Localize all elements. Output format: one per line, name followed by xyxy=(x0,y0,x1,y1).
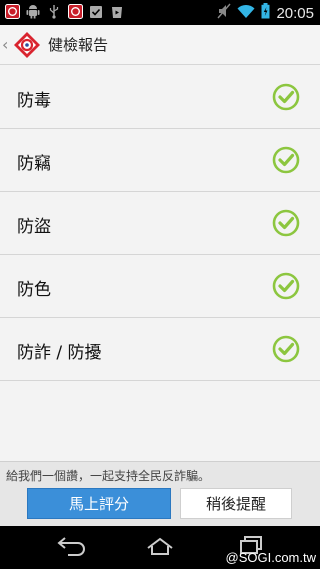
check-icon xyxy=(272,272,300,300)
notification-icons xyxy=(4,3,125,19)
battery-icon xyxy=(261,3,270,23)
navigation-bar: @SOGI.com.tw xyxy=(0,526,320,569)
list-item[interactable]: 防色 xyxy=(0,255,320,318)
list-item[interactable]: 防詐 / 防擾 xyxy=(0,318,320,381)
back-icon[interactable] xyxy=(56,534,88,560)
play-store-icon xyxy=(109,3,125,19)
check-icon xyxy=(272,146,300,174)
report-list: 防毒 防竊 防盜 防色 防詐 / 防擾 xyxy=(0,66,320,381)
check-icon xyxy=(272,209,300,237)
clipboard-check-icon xyxy=(88,3,104,19)
back-chevron-icon[interactable]: ‹ xyxy=(2,35,12,54)
list-item-label: 防詐 / 防擾 xyxy=(17,343,102,363)
list-item-label: 防竊 xyxy=(17,154,51,174)
check-icon xyxy=(272,335,300,363)
action-bar: ‹ 健檢報告 xyxy=(0,25,320,65)
list-item-label: 防毒 xyxy=(17,91,51,111)
app-notification-icon xyxy=(67,3,83,19)
list-item[interactable]: 防毒 xyxy=(0,66,320,129)
list-item[interactable]: 防盜 xyxy=(0,192,320,255)
check-icon xyxy=(272,83,300,111)
usb-icon xyxy=(46,3,62,19)
prompt-text: 給我們一個讚，一起支持全民反詐騙。 xyxy=(6,469,211,483)
wifi-icon xyxy=(237,4,255,23)
watermark: @SOGI.com.tw xyxy=(225,550,317,565)
status-bar: 20:05 xyxy=(0,0,320,25)
list-item-label: 防色 xyxy=(17,280,51,300)
list-item-label: 防盜 xyxy=(17,217,51,237)
remind-later-button[interactable]: 稍後提醒 xyxy=(180,488,292,519)
app-notification-icon xyxy=(4,3,20,19)
clock: 20:05 xyxy=(276,4,314,22)
rate-now-button[interactable]: 馬上評分 xyxy=(27,488,171,519)
system-icons: 20:05 xyxy=(217,3,314,23)
home-icon[interactable] xyxy=(144,534,176,560)
android-icon xyxy=(25,3,41,19)
rating-prompt: 給我們一個讚，一起支持全民反詐騙。 馬上評分 稍後提醒 xyxy=(0,461,320,526)
list-item[interactable]: 防竊 xyxy=(0,129,320,192)
app-logo-icon[interactable] xyxy=(12,30,42,60)
page-title: 健檢報告 xyxy=(48,37,109,54)
mute-icon xyxy=(217,3,231,23)
